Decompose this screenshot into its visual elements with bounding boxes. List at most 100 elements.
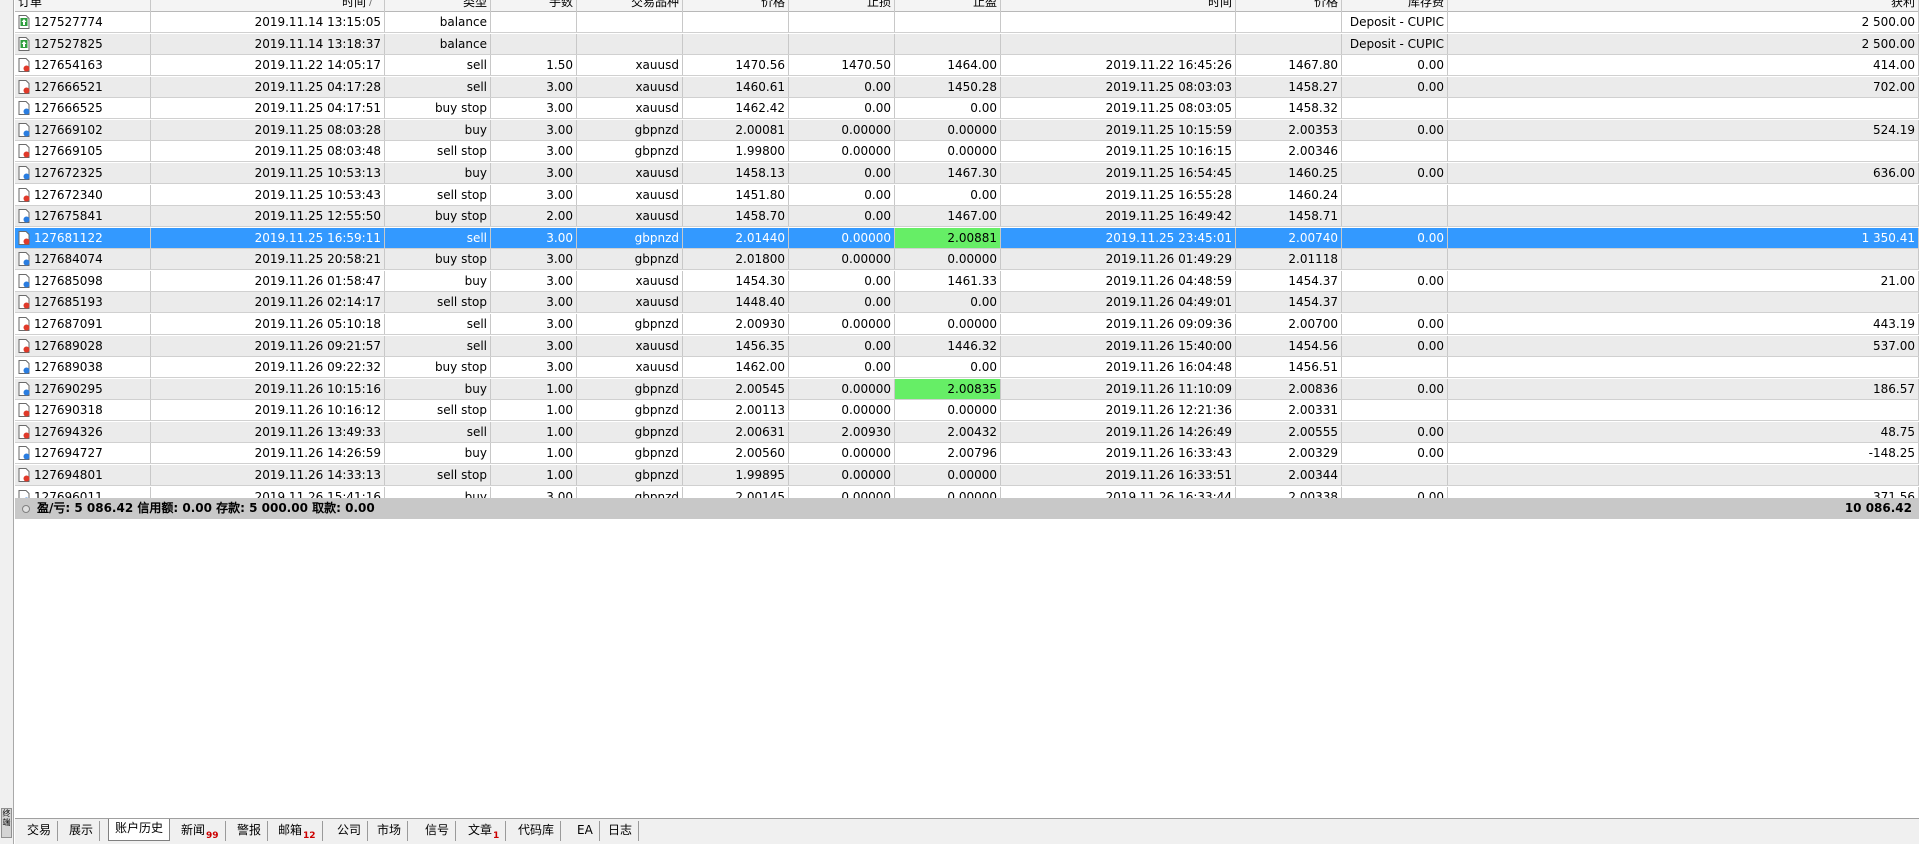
cell-type: buy bbox=[385, 443, 491, 464]
table-row[interactable]: 127669102 2019.11.25 08:03:28 buy 3.00 gbpnz… bbox=[15, 119, 1919, 141]
table-row[interactable]: 127666521 2019.11.25 04:17:28 sell 3.00 xauu… bbox=[15, 76, 1919, 98]
column-header-close-price[interactable]: 价格 bbox=[1236, 0, 1342, 12]
column-header-lots[interactable]: 手数 bbox=[491, 0, 577, 12]
table-row[interactable]: 127666525 2019.11.25 04:17:51 buy stop 3.00… bbox=[15, 98, 1919, 120]
cell-open-time: 2019.11.25 10:53:43 bbox=[151, 184, 385, 205]
cell-order: 127694727 bbox=[15, 443, 151, 464]
column-header-close-time[interactable]: 时间 bbox=[1001, 0, 1236, 12]
cell-type: sell stop bbox=[385, 141, 491, 162]
tab-5[interactable]: 邮箱12 bbox=[272, 821, 323, 841]
cell-tp: 2.00881 bbox=[895, 227, 1001, 248]
cell-open-price: 1448.40 bbox=[683, 292, 789, 313]
tab-10[interactable]: 代码库 bbox=[512, 821, 562, 841]
table-row[interactable]: 127527774 2019.11.14 13:15:05 balance Depos… bbox=[15, 12, 1919, 33]
cell-symbol: xauusd bbox=[577, 292, 683, 313]
column-header-tp[interactable]: 止盈 bbox=[895, 0, 1001, 12]
cell-tp: 2.00432 bbox=[895, 421, 1001, 442]
table-row[interactable]: 127681122 2019.11.25 16:59:11 sell 3.00 gbpn… bbox=[15, 227, 1919, 249]
table-header: 订单 时间 类型 手数 交易品种 价格 止损 止盈 时间 价格 库存费 获利 / bbox=[15, 0, 1919, 12]
tab-2[interactable]: 账户历史 bbox=[108, 819, 171, 841]
table-row[interactable]: 127675841 2019.11.25 12:55:50 buy stop 2.00… bbox=[15, 206, 1919, 228]
table-row[interactable]: 127689038 2019.11.26 09:22:32 buy stop 3.00… bbox=[15, 357, 1919, 379]
tab-0[interactable]: 交易 bbox=[21, 821, 59, 841]
table-row[interactable]: 127684074 2019.11.25 20:58:21 buy stop 3.00… bbox=[15, 249, 1919, 271]
tab-4[interactable]: 警报 bbox=[231, 821, 269, 841]
cell-profit bbox=[1448, 249, 1919, 270]
table-row[interactable]: 127690295 2019.11.26 10:15:16 buy 1.00 gbpnz… bbox=[15, 378, 1919, 400]
column-header-open-price[interactable]: 价格 bbox=[683, 0, 789, 12]
cell-order: 127694326 bbox=[15, 421, 151, 442]
table-row[interactable]: 127672325 2019.11.25 10:53:13 buy 3.00 xauus… bbox=[15, 162, 1919, 184]
table-row[interactable]: 127654163 2019.11.22 14:05:17 sell 1.50 xauu… bbox=[15, 55, 1919, 77]
column-header-open-time[interactable]: 时间 bbox=[151, 0, 385, 12]
column-header-sl[interactable]: 止损 bbox=[789, 0, 895, 12]
cell-lots: 1.00 bbox=[491, 421, 577, 442]
table-row[interactable]: 127685098 2019.11.26 01:58:47 buy 3.00 xauus… bbox=[15, 270, 1919, 292]
tab-8[interactable]: 信号 bbox=[419, 821, 457, 841]
cell-type: sell stop bbox=[385, 292, 491, 313]
cell-close-time: 2019.11.25 10:16:15 bbox=[1001, 141, 1236, 162]
tab-label: 信号 bbox=[425, 823, 450, 837]
cell-symbol: gbpnzd bbox=[577, 313, 683, 334]
cell-type: buy bbox=[385, 162, 491, 183]
cell-close-time bbox=[1001, 33, 1236, 54]
cell-close-time: 2019.11.25 16:54:45 bbox=[1001, 162, 1236, 183]
buy-order-icon bbox=[18, 122, 30, 137]
terminal-side-label[interactable]: 终端 bbox=[1, 808, 12, 838]
tab-7[interactable]: 市场 bbox=[371, 821, 409, 841]
cell-order: 127672325 bbox=[15, 162, 151, 183]
table-row[interactable]: 127672340 2019.11.25 10:53:43 sell stop 3.0… bbox=[15, 184, 1919, 206]
column-header-type[interactable]: 类型 bbox=[385, 0, 491, 12]
buy-order-icon bbox=[18, 446, 30, 461]
tab-6[interactable]: 公司 bbox=[331, 821, 369, 841]
tab-label: EA bbox=[577, 823, 593, 837]
tab-11[interactable]: EA bbox=[571, 821, 600, 841]
table-row[interactable]: 127694727 2019.11.26 14:26:59 buy 1.00 gbpnz… bbox=[15, 443, 1919, 465]
column-header-symbol[interactable]: 交易品种 bbox=[577, 0, 683, 12]
cell-close-price: 2.00700 bbox=[1236, 313, 1342, 334]
tab-3[interactable]: 新闻99 bbox=[175, 821, 226, 841]
sell-order-icon bbox=[18, 295, 30, 310]
cell-open-time: 2019.11.26 05:10:18 bbox=[151, 313, 385, 334]
column-header-order[interactable]: 订单 bbox=[15, 0, 151, 12]
buy-order-icon bbox=[18, 381, 30, 396]
cell-close-price: 1467.80 bbox=[1236, 55, 1342, 76]
cell-symbol: xauusd bbox=[577, 162, 683, 183]
cell-open-time: 2019.11.26 10:15:16 bbox=[151, 378, 385, 399]
cell-open-price: 2.00081 bbox=[683, 119, 789, 140]
table-row[interactable]: 127685193 2019.11.26 02:14:17 sell stop 3.0… bbox=[15, 292, 1919, 314]
cell-type: sell stop bbox=[385, 464, 491, 485]
cell-sl bbox=[789, 33, 895, 54]
tab-label: 展示 bbox=[69, 823, 94, 837]
table-row[interactable]: 127687091 2019.11.26 05:10:18 sell 3.00 gbpn… bbox=[15, 313, 1919, 335]
cell-lots: 3.00 bbox=[491, 227, 577, 248]
cell-order: 127685193 bbox=[15, 292, 151, 313]
terminal-side-bar[interactable]: 终端 bbox=[0, 0, 14, 844]
table-row[interactable]: 127689028 2019.11.26 09:21:57 sell 3.00 xauu… bbox=[15, 335, 1919, 357]
table-row[interactable]: 127690318 2019.11.26 10:16:12 sell stop 1.0… bbox=[15, 400, 1919, 422]
table-row[interactable]: 127694326 2019.11.26 13:49:33 sell 1.00 gbpn… bbox=[15, 421, 1919, 443]
cell-open-price: 1458.13 bbox=[683, 162, 789, 183]
cell-profit: 636.00 bbox=[1448, 162, 1919, 183]
cell-close-price bbox=[1236, 12, 1342, 32]
table-row[interactable]: 127694801 2019.11.26 14:33:13 sell stop 1.0… bbox=[15, 464, 1919, 486]
cell-swap: Deposit - CUPIC bbox=[1342, 33, 1448, 54]
cell-swap bbox=[1342, 249, 1448, 270]
cell-close-price: 1458.27 bbox=[1236, 76, 1342, 97]
cell-profit: 48.75 bbox=[1448, 421, 1919, 442]
table-row[interactable]: 127527825 2019.11.14 13:18:37 balance Depos… bbox=[15, 33, 1919, 55]
table-row[interactable]: 127669105 2019.11.25 08:03:48 sell stop 3.0… bbox=[15, 141, 1919, 163]
tab-9[interactable]: 文章1 bbox=[462, 821, 507, 841]
cell-swap: 0.00 bbox=[1342, 378, 1448, 399]
tab-label: 公司 bbox=[337, 823, 362, 837]
cell-symbol bbox=[577, 12, 683, 32]
column-header-profit[interactable]: 获利 bbox=[1448, 0, 1919, 12]
tab-1[interactable]: 展示 bbox=[63, 821, 101, 841]
column-header-swap[interactable]: 库存费 bbox=[1342, 0, 1448, 12]
cell-close-time: 2019.11.26 16:33:51 bbox=[1001, 464, 1236, 485]
tab-12[interactable]: 日志 bbox=[602, 821, 640, 841]
cell-open-time: 2019.11.25 10:53:13 bbox=[151, 162, 385, 183]
cell-swap bbox=[1342, 464, 1448, 485]
cell-open-time: 2019.11.26 14:33:13 bbox=[151, 464, 385, 485]
cell-tp: 1450.28 bbox=[895, 76, 1001, 97]
